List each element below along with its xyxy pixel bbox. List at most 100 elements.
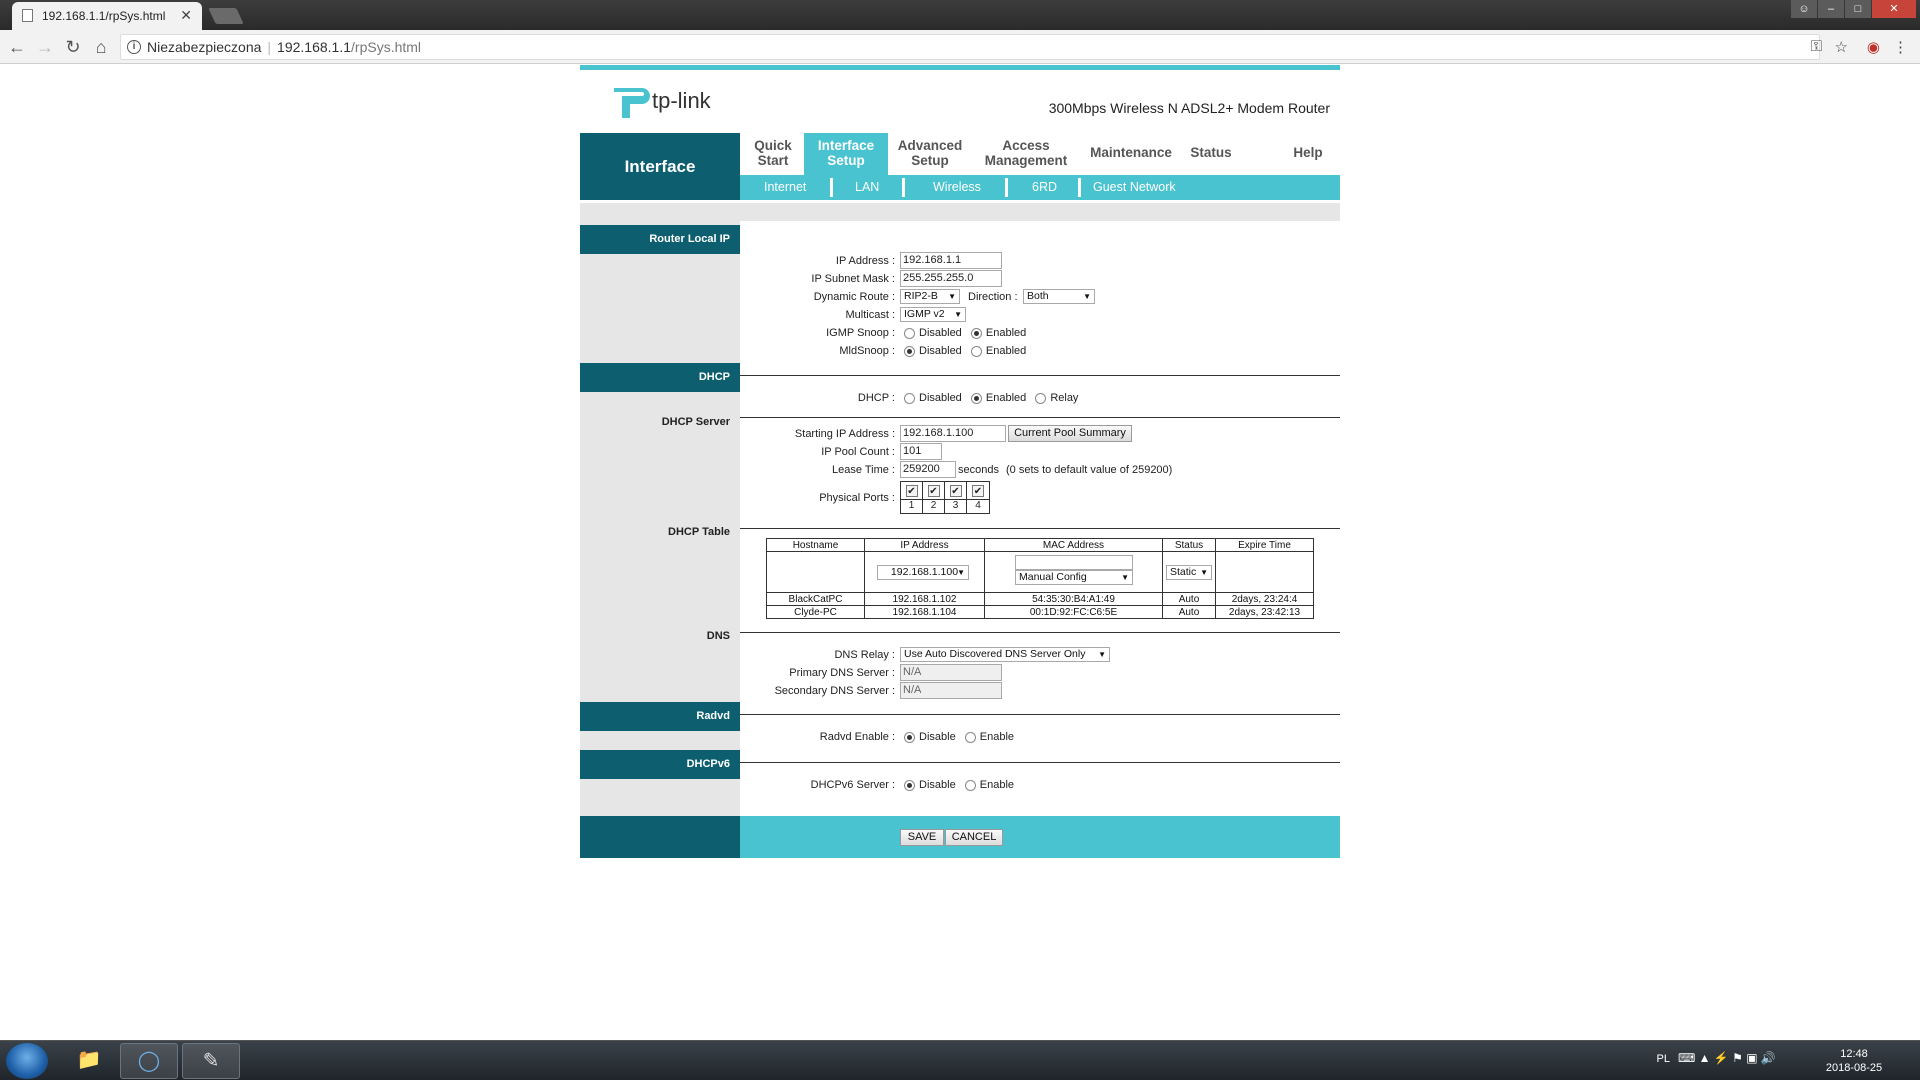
new-tab-button[interactable] bbox=[208, 8, 244, 24]
cancel-button[interactable]: CANCEL bbox=[945, 829, 1003, 846]
language-indicator[interactable]: PL bbox=[1657, 1053, 1670, 1065]
menu-quick-start[interactable]: Quick Start bbox=[748, 133, 798, 175]
section-dhcpv6: DHCPv6 bbox=[580, 750, 740, 779]
dynamic-route-select[interactable]: RIP2-B bbox=[900, 289, 960, 304]
direction-select[interactable]: Both bbox=[1023, 289, 1095, 304]
security-label: Niezabezpieczona bbox=[147, 39, 262, 55]
field-label: Starting IP Address : bbox=[794, 428, 895, 440]
status-cell: Auto bbox=[1162, 605, 1216, 619]
browser-tab[interactable]: 192.168.1.1/rpSys.html ✕ bbox=[12, 2, 202, 30]
lease-unit: seconds bbox=[958, 464, 999, 476]
submenu-internet[interactable]: Internet bbox=[764, 175, 806, 200]
divider bbox=[740, 417, 1340, 418]
address-bar[interactable]: i Niezabezpieczona | 192.168.1.1/rpSys.htm… bbox=[120, 34, 1820, 60]
close-tab-icon[interactable]: ✕ bbox=[180, 7, 192, 24]
subnet-mask-input[interactable]: 255.255.255.0 bbox=[900, 270, 1002, 287]
section-dhcp-table: DHCP Table bbox=[668, 526, 730, 538]
mld-snoop-row: MldSnoop : Disabled Enabled bbox=[740, 342, 1340, 360]
tray-icons[interactable]: ⌨ ▲ ⚡ ⚑ ▣ 🔊 bbox=[1678, 1051, 1798, 1065]
menu-advanced-setup[interactable]: Advanced Setup bbox=[895, 133, 965, 175]
extension-icon[interactable]: ◉ bbox=[1867, 38, 1880, 56]
menu-label: Status bbox=[1190, 145, 1232, 160]
submenu-lan[interactable]: LAN bbox=[855, 175, 879, 200]
pool-count-input[interactable]: 101 bbox=[900, 443, 942, 460]
taskbar: 📁 ◯ ✎ PL ⌨ ▲ ⚡ ⚑ ▣ 🔊 12:48 2018-08-25 bbox=[0, 1040, 1920, 1080]
clock-time[interactable]: 12:48 bbox=[1814, 1047, 1894, 1061]
port-4-checkbox[interactable]: ✔ bbox=[972, 485, 984, 497]
home-icon[interactable]: ⌂ bbox=[90, 36, 112, 58]
field-label: Physical Ports : bbox=[819, 492, 895, 504]
dhcp-enabled-radio[interactable] bbox=[970, 392, 982, 404]
radvd-disable-radio[interactable] bbox=[904, 731, 915, 743]
menu-label: Advanced bbox=[897, 138, 963, 153]
physical-ports-grid: ✔ ✔ ✔ ✔ 1 2 3 4 bbox=[900, 481, 990, 514]
hostname-cell bbox=[766, 551, 865, 593]
window-controls: ☺ – □ ✕ bbox=[1791, 0, 1916, 18]
star-icon[interactable]: ☆ bbox=[1835, 38, 1848, 56]
submenu-wireless[interactable]: Wireless bbox=[933, 175, 981, 200]
edit-ip-select[interactable]: 192.168.1.100 bbox=[877, 565, 969, 580]
mld-enabled-radio[interactable] bbox=[970, 345, 982, 357]
menu-help[interactable]: Help bbox=[1288, 133, 1328, 175]
paint-icon[interactable]: ✎ bbox=[182, 1043, 240, 1079]
option-label: Disable bbox=[919, 779, 956, 791]
dhcpv6-enable-radio[interactable] bbox=[964, 779, 976, 791]
ip-address-input[interactable]: 192.168.1.1 bbox=[900, 252, 1002, 269]
close-window-icon[interactable]: ✕ bbox=[1872, 0, 1916, 18]
menu-maintenance[interactable]: Maintenance bbox=[1088, 133, 1174, 175]
forward-icon[interactable]: → bbox=[34, 36, 56, 58]
menu-access-management[interactable]: Access Management bbox=[978, 133, 1074, 175]
submenu-guest-network[interactable]: Guest Network bbox=[1093, 175, 1176, 200]
folder-icon[interactable]: 📁 bbox=[60, 1043, 118, 1079]
port-number: 3 bbox=[945, 500, 967, 513]
mac-cell: 00:1D:92:FC:C6:5E bbox=[984, 605, 1163, 619]
status-cell: Auto bbox=[1162, 592, 1216, 606]
maximize-icon[interactable]: □ bbox=[1845, 0, 1871, 18]
edit-mac-input[interactable] bbox=[1015, 555, 1133, 570]
radvd-enable-radio[interactable] bbox=[964, 731, 976, 743]
menu-status[interactable]: Status bbox=[1188, 133, 1234, 175]
primary-dns-input[interactable]: N/A bbox=[900, 664, 1002, 681]
port-1-checkbox[interactable]: ✔ bbox=[905, 485, 918, 497]
port-2-checkbox[interactable]: ✔ bbox=[927, 485, 940, 497]
secondary-dns-input[interactable]: N/A bbox=[900, 682, 1002, 699]
menu-label: Quick bbox=[754, 138, 792, 153]
mld-disabled-radio[interactable] bbox=[904, 345, 915, 357]
field-label: MldSnoop : bbox=[839, 345, 895, 357]
key-icon[interactable]: ⚿ bbox=[1811, 38, 1822, 55]
dhcp-disabled-radio[interactable] bbox=[904, 392, 915, 404]
table-row: BlackCatPC 192.168.1.102 54:35:30:B4:A1:… bbox=[766, 592, 1314, 606]
browser-icon[interactable]: ◯ bbox=[120, 1043, 178, 1079]
menu-label: Management bbox=[984, 153, 1068, 168]
section-radvd: Radvd bbox=[580, 702, 740, 731]
back-icon[interactable]: ← bbox=[6, 36, 28, 58]
info-icon[interactable]: i bbox=[127, 40, 141, 54]
dns-relay-select[interactable]: Use Auto Discovered DNS Server Only bbox=[900, 647, 1110, 662]
port-3-checkbox[interactable]: ✔ bbox=[949, 485, 962, 497]
minimize-icon[interactable]: – bbox=[1818, 0, 1844, 18]
edit-mac-mode-select[interactable]: Manual Config bbox=[1015, 570, 1133, 585]
dhcp-relay-radio[interactable] bbox=[1035, 392, 1047, 404]
clock-date[interactable]: 2018-08-25 bbox=[1814, 1061, 1894, 1075]
starting-ip-input[interactable]: 192.168.1.100 bbox=[900, 425, 1006, 442]
submenu-6rd[interactable]: 6RD bbox=[1032, 175, 1057, 200]
save-button[interactable]: SAVE bbox=[900, 829, 944, 846]
radvd-row: Radvd Enable : Disable Enable bbox=[740, 728, 1340, 746]
mac-cell: Manual Config bbox=[984, 551, 1163, 593]
reload-icon[interactable]: ↻ bbox=[62, 36, 84, 58]
edit-status-select[interactable]: Static bbox=[1166, 565, 1212, 580]
dhcpv6-disable-radio[interactable] bbox=[904, 779, 915, 791]
menu-icon[interactable]: ⋮ bbox=[1893, 38, 1908, 56]
lease-time-input[interactable]: 259200 bbox=[900, 461, 956, 478]
menu-interface-setup[interactable]: Interface Setup bbox=[804, 133, 888, 175]
multicast-select[interactable]: IGMP v2 bbox=[900, 307, 966, 322]
current-pool-summary-button[interactable]: Current Pool Summary bbox=[1008, 425, 1132, 442]
user-icon[interactable]: ☺ bbox=[1791, 0, 1817, 18]
igmp-disabled-radio[interactable] bbox=[904, 327, 915, 339]
start-button[interactable] bbox=[6, 1043, 48, 1079]
menu-label: Setup bbox=[911, 153, 949, 168]
field-label: Primary DNS Server : bbox=[789, 667, 895, 679]
status-cell: Static bbox=[1162, 551, 1216, 593]
table-edit-row: 192.168.1.100 Manual Config Static bbox=[766, 551, 1314, 593]
igmp-enabled-radio[interactable] bbox=[970, 327, 982, 339]
